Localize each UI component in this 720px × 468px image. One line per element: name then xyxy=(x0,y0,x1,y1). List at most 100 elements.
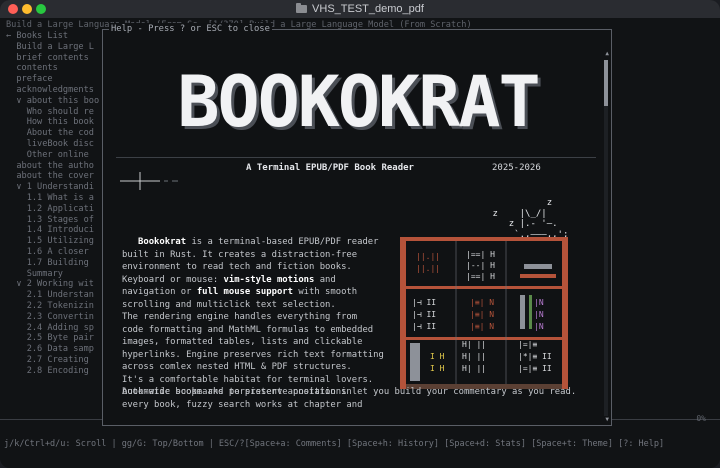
para-line: The rendering engine handles everything … xyxy=(122,311,412,324)
para-line: hyperlinks. Engine preserves rich text f… xyxy=(122,349,412,362)
para-text: navigation or xyxy=(122,287,197,297)
svg-text:|⊣ II: |⊣ II xyxy=(412,298,436,307)
para-text: images, formatted tables, lists and clic… xyxy=(122,337,363,347)
help-paragraph: Bookokrat is a terminal-based EPUB/PDF r… xyxy=(122,236,412,411)
toc-item[interactable]: 1.6 A closer xyxy=(6,247,106,258)
toc-item[interactable]: 2.6 Data samp xyxy=(6,344,106,355)
minimize-window-button[interactable] xyxy=(22,4,32,14)
para-text: The rendering engine handles everything … xyxy=(122,312,358,322)
window-title: VHS_TEST_demo_pdf xyxy=(296,3,424,15)
toc-item[interactable]: ∨ 2 Working wit xyxy=(6,279,106,290)
toc-item[interactable]: 2.7 Creating xyxy=(6,355,106,366)
para-line: across comlex nested HTML & PDF structur… xyxy=(122,361,412,374)
folder-icon xyxy=(296,3,308,13)
toc-item[interactable]: brief contents xyxy=(6,53,106,64)
para-line: scrolling and multiclick text selection. xyxy=(122,299,412,312)
toc-item[interactable]: 1.5 Utilizing xyxy=(6,236,106,247)
svg-text:|=|≡ II: |=|≡ II xyxy=(518,364,552,373)
title-bar: VHS_TEST_demo_pdf xyxy=(0,0,720,18)
help-scroll-thumb[interactable] xyxy=(604,60,608,106)
toc-item[interactable]: ∨ 1 Understandi xyxy=(6,182,106,193)
para-text: across comlex nested HTML & PDF structur… xyxy=(122,362,352,372)
para-text: every book, fuzzy search works at chapte… xyxy=(122,399,363,410)
svg-text:H| ||: H| || xyxy=(462,364,486,373)
toc-item[interactable]: 1.1 What is a xyxy=(6,193,106,204)
vim-bold: vim-style motions xyxy=(223,274,315,285)
toc-item[interactable]: Other online xyxy=(6,150,106,161)
para-text: with smooth xyxy=(293,287,358,297)
svg-text:H| ||: H| || xyxy=(462,340,486,349)
toc-sidebar: ← Books List Build a Large L brief conte… xyxy=(6,31,106,377)
para-line: images, formatted tables, lists and clic… xyxy=(122,336,412,349)
toc-item[interactable]: How this book xyxy=(6,117,106,128)
reading-percent: 0% xyxy=(696,414,706,423)
mouse-bold: full mouse support xyxy=(196,287,293,297)
toc-item[interactable]: 1.2 Applicati xyxy=(6,204,106,215)
logo-text-front: BOOKOKRAT xyxy=(177,70,538,134)
para-text: Keyboard or mouse: xyxy=(122,274,224,285)
svg-text:|*|≡ II: |*|≡ II xyxy=(518,352,552,361)
help-modal-title: Help - Press ? or ESC to close xyxy=(109,23,272,35)
svg-text:H| ||: H| || xyxy=(462,352,486,361)
help-subtitle: A Terminal EPUB/PDF Book Reader xyxy=(246,163,414,173)
para-line: navigation or full mouse support with sm… xyxy=(122,286,412,299)
sparkle-icon xyxy=(120,172,178,190)
scroll-up-icon[interactable]: ▲ xyxy=(605,50,609,57)
window-title-text: VHS_TEST_demo_pdf xyxy=(312,3,424,15)
para-text: is a terminal-based EPUB/PDF reader xyxy=(186,237,379,247)
svg-text:|⊣ II: |⊣ II xyxy=(412,322,436,331)
toc-item[interactable]: 2.1 Understan xyxy=(6,290,106,301)
toc-item[interactable]: 2.5 Byte pair xyxy=(6,333,106,344)
svg-text:I H: I H xyxy=(430,364,445,373)
para-line: built in Rust. It creates a distraction-… xyxy=(122,249,412,262)
toc-item[interactable]: contents xyxy=(6,63,106,74)
toc-item[interactable]: About the cod xyxy=(6,128,106,139)
toc-item[interactable]: 2.3 Convertin xyxy=(6,312,106,323)
para-text: scrolling and multiclick text selection. xyxy=(122,299,336,310)
toc-item[interactable]: 1.3 Stages of xyxy=(6,215,106,226)
scroll-down-icon[interactable]: ▼ xyxy=(605,416,609,423)
toc-item[interactable]: Who should re xyxy=(6,107,106,118)
help-scrollbar[interactable] xyxy=(604,60,608,416)
cat-art-line: z |.- '—. xyxy=(460,219,558,229)
cat-art-line: z xyxy=(460,198,553,208)
toc-item[interactable]: 1.7 Building xyxy=(6,258,106,269)
toc-item[interactable]: ∨ about this boo xyxy=(6,96,106,107)
toc-item[interactable]: Summary xyxy=(6,269,106,280)
svg-text:|N: |N xyxy=(534,322,544,331)
para-text: environment to read tech and fiction boo… xyxy=(122,262,352,272)
svg-text:|=|≡: |=|≡ xyxy=(518,340,537,349)
para-text: code formatting and MathML formulas to e… xyxy=(122,324,374,335)
toc-item[interactable]: acknowledgments xyxy=(6,85,106,96)
toc-item[interactable]: 2.4 Adding sp xyxy=(6,323,106,334)
para-line: It's a comfortable habitat for terminal … xyxy=(122,374,412,387)
para-line: environment to read tech and fiction boo… xyxy=(122,261,412,274)
toc-item[interactable]: liveBook disc xyxy=(6,139,106,150)
bookokrat-logo: BOOKOKRAT BOOKOKRAT xyxy=(177,70,543,134)
para-text: and xyxy=(314,274,336,285)
para-line: code formatting and MathML formulas to e… xyxy=(122,324,412,337)
status-bar: j/k/Ctrl+d/u: Scroll | gg/G: Top/Bottom … xyxy=(4,439,665,449)
svg-text:|≡| N: |≡| N xyxy=(470,298,494,307)
toc-item[interactable]: Build a Large L xyxy=(6,42,106,53)
toc-item[interactable]: preface xyxy=(6,74,106,85)
toc-item[interactable]: 2.2 Tokenizin xyxy=(6,301,106,312)
toc-item[interactable]: 1.4 Introduci xyxy=(6,225,106,236)
svg-text:|N: |N xyxy=(534,310,544,319)
zoom-window-button[interactable] xyxy=(36,4,46,14)
toc-item[interactable]: about the cover xyxy=(6,171,106,182)
para-line: Bookokrat is a terminal-based EPUB/PDF r… xyxy=(122,236,412,249)
books-list-link[interactable]: ← Books List xyxy=(6,31,106,42)
close-window-button[interactable] xyxy=(8,4,18,14)
para-text: It's a comfortable habitat for terminal … xyxy=(122,374,374,385)
svg-text:||.||: ||.|| xyxy=(416,252,440,261)
svg-text:|≡| N: |≡| N xyxy=(470,322,494,331)
svg-text:|N: |N xyxy=(534,298,544,307)
toc-item[interactable]: 2.8 Encoding xyxy=(6,366,106,377)
svg-text:||.||: ||.|| xyxy=(416,264,440,273)
svg-text:|--| H: |--| H xyxy=(466,261,495,270)
cat-art-line: z |\_/| xyxy=(460,208,547,219)
toc-item[interactable]: about the autho xyxy=(6,161,106,172)
para-text: hyperlinks. Engine preserves rich text f… xyxy=(122,349,384,360)
para-text: built in Rust. It creates a distraction-… xyxy=(122,249,358,260)
